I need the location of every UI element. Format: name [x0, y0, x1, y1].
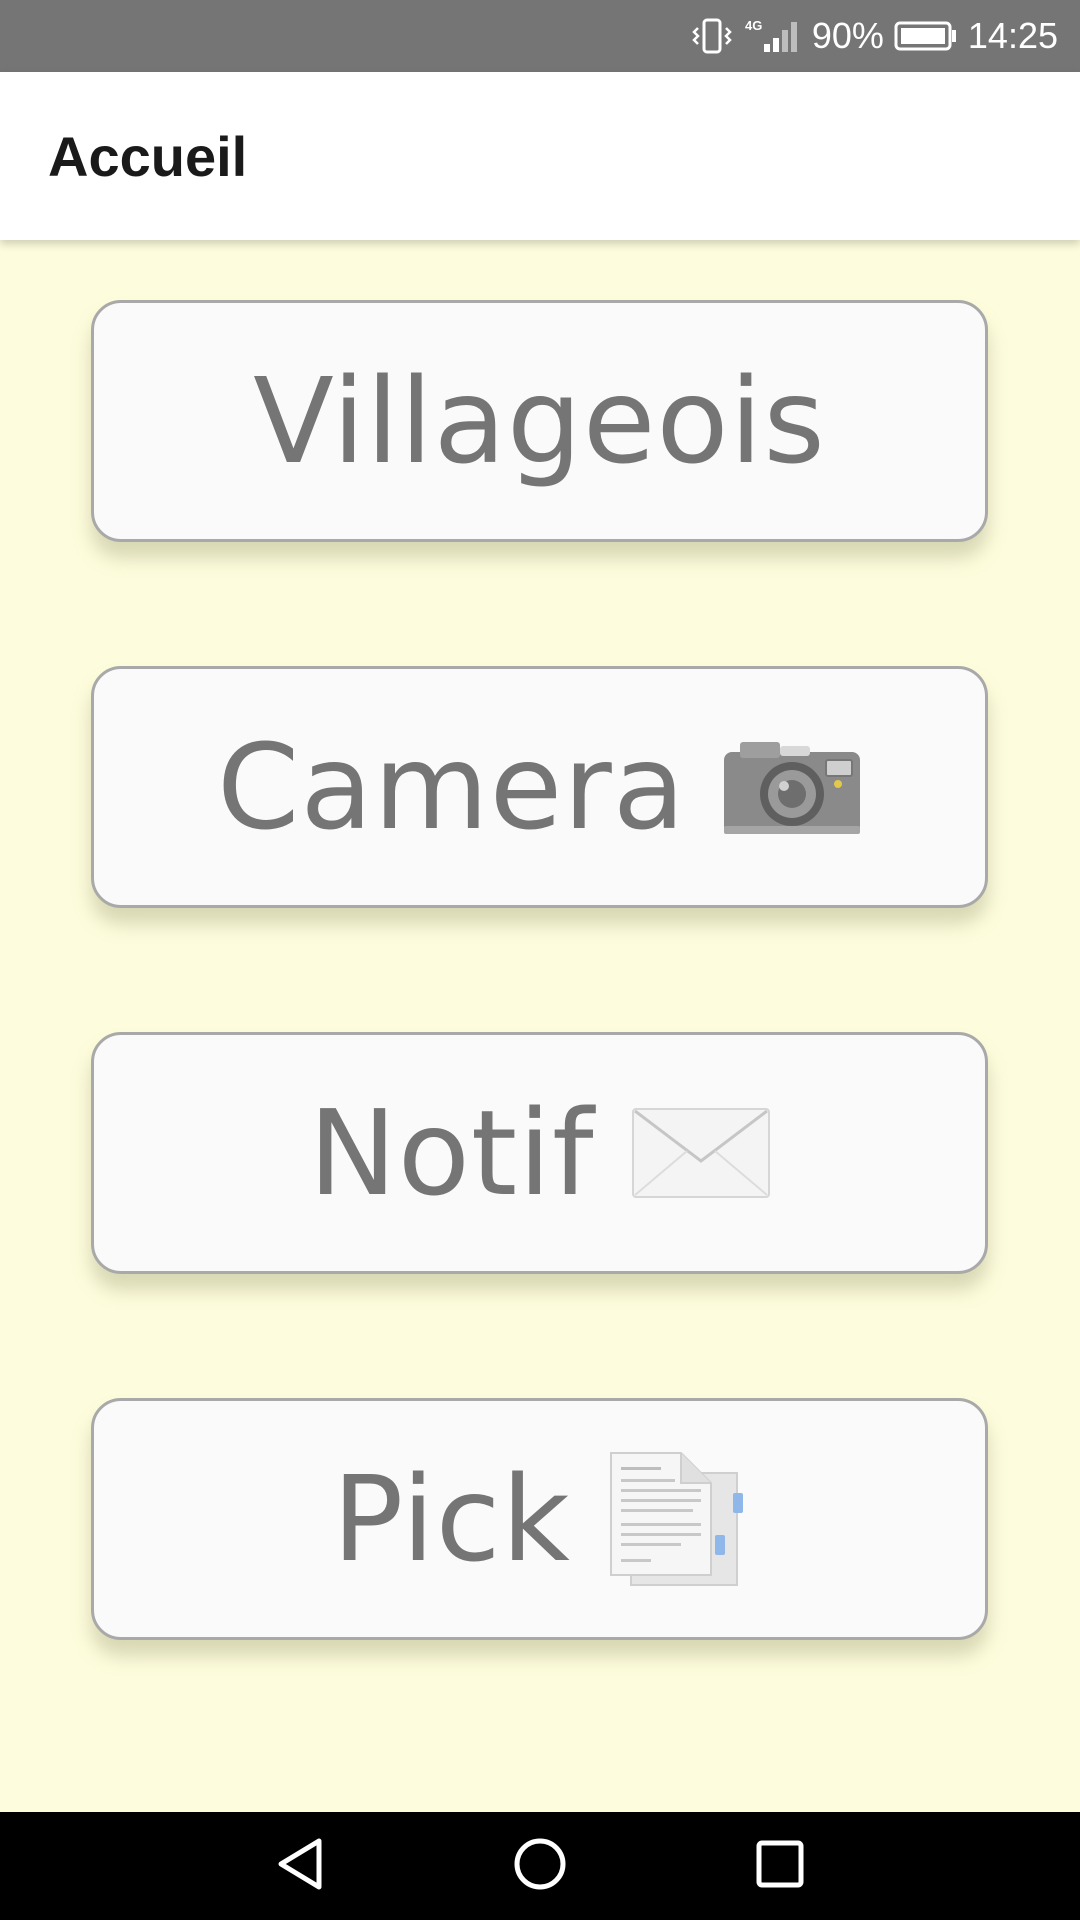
clock: 14:25	[967, 15, 1058, 56]
camera-button[interactable]: Camera	[91, 666, 988, 908]
recents-icon	[755, 1839, 805, 1893]
vibrate-icon	[690, 16, 734, 56]
envelope-icon	[631, 1107, 771, 1199]
document-icon	[607, 1449, 747, 1589]
camera-icon	[722, 738, 862, 836]
page-title: Accueil	[48, 124, 248, 188]
notif-button-label: Notif	[308, 1084, 595, 1222]
battery-percent: 90%	[811, 15, 884, 56]
main-content: Villageois Camera Notif Pick	[0, 240, 1080, 1812]
app-bar: Accueil	[0, 72, 1080, 240]
home-button[interactable]	[420, 1812, 660, 1920]
back-icon	[275, 1837, 325, 1895]
recents-button[interactable]	[660, 1812, 900, 1920]
network-type-label: 4G	[745, 18, 762, 33]
back-button[interactable]	[180, 1812, 420, 1920]
pick-button[interactable]: Pick	[91, 1398, 988, 1640]
villageois-button[interactable]: Villageois	[91, 300, 988, 542]
camera-button-label: Camera	[216, 718, 687, 856]
pick-button-label: Pick	[332, 1450, 571, 1588]
villageois-button-label: Villageois	[253, 352, 826, 490]
home-icon	[513, 1837, 567, 1895]
battery-icon	[894, 19, 958, 53]
notif-button[interactable]: Notif	[91, 1032, 988, 1274]
status-bar: 4G 90% 14:25	[0, 0, 1080, 72]
navigation-bar	[0, 1812, 1080, 1920]
signal-4g-icon: 4G	[744, 16, 802, 56]
